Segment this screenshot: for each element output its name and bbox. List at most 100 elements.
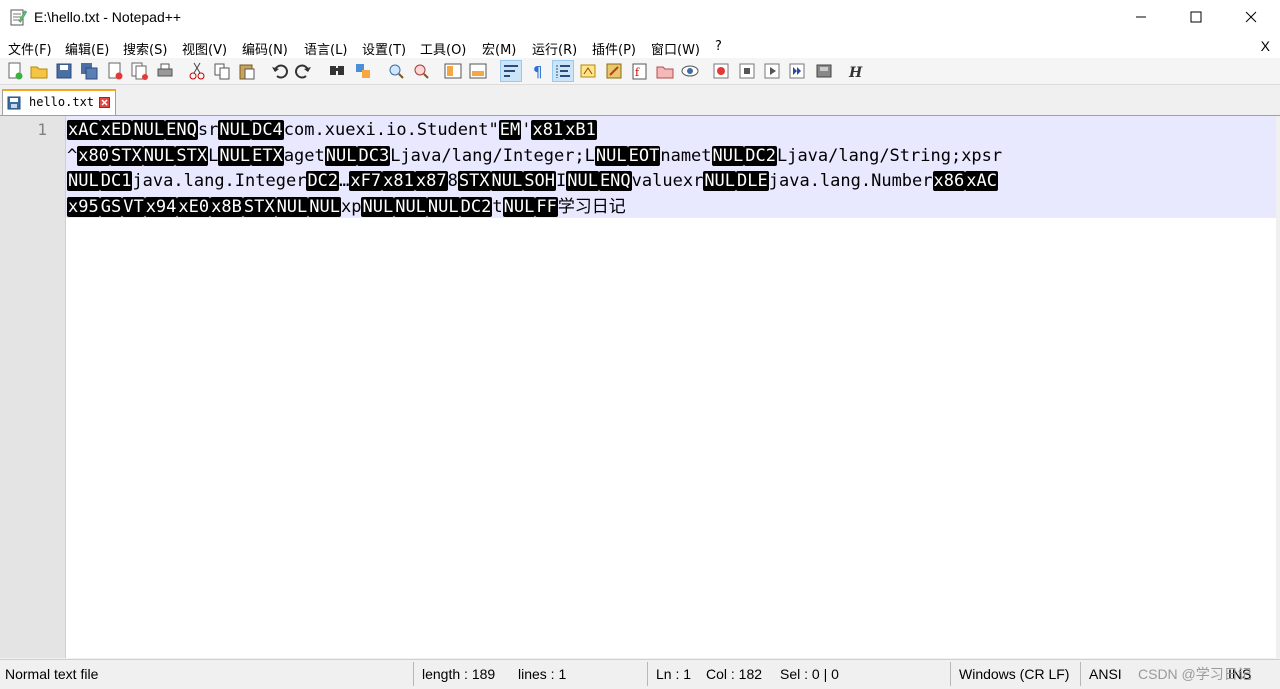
control-char: STX [175, 145, 209, 166]
zoom-out-icon[interactable] [411, 61, 431, 81]
menu-encoding[interactable]: 编码(N) [242, 39, 288, 58]
sync-horizontal-icon[interactable] [468, 61, 488, 81]
paste-icon[interactable] [237, 61, 257, 81]
menu-file[interactable]: 文件(F) [8, 39, 52, 58]
word-wrap-icon[interactable] [500, 60, 522, 82]
replace-icon[interactable] [353, 61, 373, 81]
close-icon [1245, 11, 1257, 23]
control-char: ETX [251, 145, 284, 166]
save-icon[interactable] [54, 61, 74, 81]
svg-text:H: H [848, 65, 863, 81]
watermark: CSDN @学习日记 [1138, 666, 1252, 682]
menu-macro[interactable]: 宏(M) [482, 39, 516, 58]
control-char: NUL [426, 196, 460, 217]
indent-guide-icon[interactable] [552, 60, 574, 82]
control-char: DC1 [99, 171, 133, 191]
control-char: xAC [67, 120, 100, 140]
close-document-button[interactable]: X [1261, 38, 1270, 54]
control-char: xE0 [177, 196, 211, 217]
menu-bar: 文件(F) 编辑(E) 搜索(S) 视图(V) 编码(N) 语言(L) 设置(T… [0, 36, 1280, 58]
hex-icon[interactable]: H [844, 61, 864, 81]
control-char: VT [122, 196, 145, 217]
menu-edit[interactable]: 编辑(E) [65, 39, 109, 58]
editor[interactable]: 1 xAC xED NUL ENQsrNUL DC4com.xuexi.io.Stude… [0, 116, 1280, 658]
text-run: valuexr [631, 171, 704, 191]
maximize-button[interactable] [1173, 0, 1219, 34]
minimize-icon [1136, 16, 1146, 18]
control-char: NUL [490, 171, 524, 191]
text-area[interactable]: xAC xED NUL ENQsrNUL DC4com.xuexi.io.Student… [67, 118, 1272, 220]
undo-icon[interactable] [269, 61, 289, 81]
text-run: … [339, 171, 350, 191]
run-macro-multiple-icon[interactable] [787, 61, 807, 81]
new-file-icon[interactable] [5, 61, 25, 81]
monitoring-icon[interactable] [680, 61, 700, 81]
line-number: 1 [37, 120, 47, 139]
menu-settings[interactable]: 设置(T) [362, 39, 406, 58]
control-char: xB1 [564, 120, 597, 140]
line-number-gutter[interactable]: 1 [0, 116, 66, 658]
stop-record-icon[interactable] [737, 61, 757, 81]
status-divider [950, 662, 951, 686]
close-all-icon[interactable] [130, 61, 150, 81]
menu-plugins[interactable]: 插件(P) [592, 39, 636, 58]
doc-map-icon[interactable] [604, 61, 624, 81]
show-all-chars-icon[interactable]: ¶ [527, 61, 547, 81]
folder-workspace-icon[interactable] [655, 61, 675, 81]
control-char: DC2 [459, 196, 493, 217]
tab-close-icon[interactable] [99, 97, 110, 108]
title-bar: E:\hello.txt - Notepad++ [0, 0, 1280, 36]
control-char: NUL [132, 120, 166, 140]
record-macro-icon[interactable] [711, 61, 731, 81]
control-char: x81 [382, 171, 415, 191]
menu-language[interactable]: 语言(L) [304, 39, 347, 58]
close-icon[interactable] [105, 61, 125, 81]
control-char: EM [498, 120, 522, 140]
status-ln: Ln : 1 [656, 666, 692, 682]
text-run: t [492, 196, 503, 217]
tab-hello-txt[interactable]: hello.txt [2, 89, 116, 115]
menu-window[interactable]: 窗口(W) [651, 39, 700, 58]
control-char: NUL [275, 196, 309, 217]
redo-icon[interactable] [294, 61, 314, 81]
menu-search[interactable]: 搜索(S) [123, 39, 167, 58]
copy-icon[interactable] [212, 61, 232, 81]
code-line: ^x80 STX NUL STXLNUL ETXagetNUL DC3Ljava/lang… [67, 144, 1272, 170]
text-run: 8 [447, 171, 458, 191]
menu-tools[interactable]: 工具(O) [420, 39, 466, 58]
menu-view[interactable]: 视图(V) [182, 39, 227, 58]
status-divider [1080, 662, 1081, 686]
control-char: NUL [394, 196, 427, 217]
find-icon[interactable] [327, 61, 347, 81]
function-list-icon[interactable]: f [630, 61, 650, 81]
control-char: NUL [361, 196, 395, 217]
control-char: NUL [566, 171, 599, 191]
sync-vertical-icon[interactable] [443, 61, 463, 81]
cut-icon[interactable] [187, 61, 207, 81]
play-macro-icon[interactable] [762, 61, 782, 81]
text-run: namet [660, 145, 712, 166]
menu-run[interactable]: 运行(R) [532, 39, 577, 58]
control-char: NUL [324, 145, 358, 166]
define-language-icon[interactable] [578, 61, 598, 81]
control-char: STX [109, 145, 143, 166]
control-char: STX [457, 171, 491, 191]
save-all-icon[interactable] [79, 61, 99, 81]
menu-help[interactable]: ? [715, 39, 722, 54]
status-divider [413, 662, 414, 686]
code-line: x95 GS VT x94 xE0 x8B STX NUL NULxpNUL NUL NUL DC2t… [67, 195, 1272, 221]
control-char: ENQ [598, 171, 632, 191]
status-sel: Sel : 0 | 0 [780, 666, 839, 682]
toolbar: ¶ f H [0, 58, 1280, 85]
minimize-button[interactable] [1118, 0, 1164, 34]
zoom-in-icon[interactable] [386, 61, 406, 81]
control-char: x8B [210, 196, 243, 217]
control-char: FF [535, 196, 558, 217]
save-macro-icon[interactable] [814, 61, 834, 81]
maximize-icon [1190, 11, 1202, 23]
status-encoding: ANSI [1089, 666, 1122, 682]
print-icon[interactable] [155, 61, 175, 81]
close-window-button[interactable] [1228, 0, 1274, 34]
open-file-icon[interactable] [29, 61, 49, 81]
text-run: xp [341, 196, 362, 217]
